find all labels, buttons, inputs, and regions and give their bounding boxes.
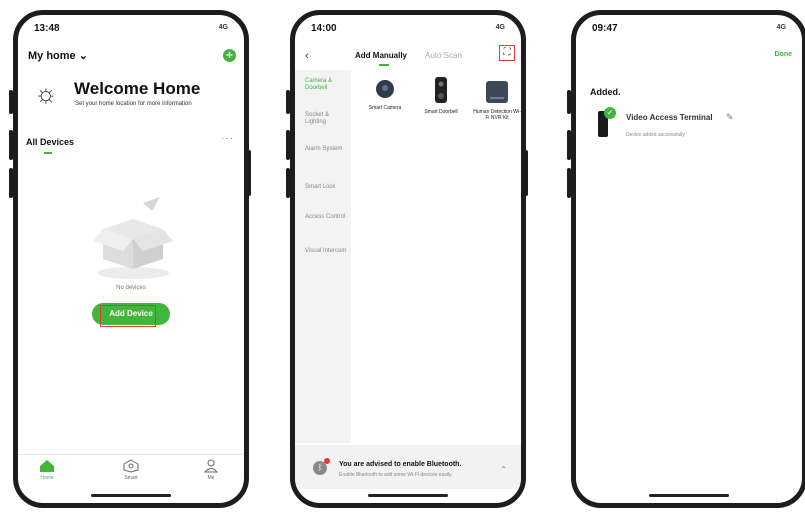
back-icon[interactable]: ‹: [305, 50, 309, 62]
device-status: Device added successfully: [626, 132, 685, 138]
status-time: 09:47: [592, 23, 618, 34]
tab-add-manually[interactable]: Add Manually: [355, 51, 407, 60]
bluetooth-subtitle: Enable Bluetooth to add some Wi-Fi devic…: [339, 472, 453, 478]
device-name: Video Access Terminal: [626, 113, 713, 122]
phone-add-device-screen: 14:00 4G ‹ Add Manually Auto Scan ⛶ Came…: [290, 10, 526, 508]
doorbell-icon: [435, 77, 447, 103]
product-name: Smart Camera: [368, 105, 402, 111]
status-bar: 14:00 4G: [311, 23, 505, 37]
more-icon[interactable]: ···: [221, 133, 234, 144]
chevron-up-icon[interactable]: ⌃: [500, 465, 507, 474]
status-signal: 4G: [495, 24, 505, 31]
home-selector[interactable]: My home ⌄: [28, 49, 88, 62]
tab-me-label: Me: [207, 475, 215, 481]
status-signal: 4G: [776, 24, 786, 31]
welcome-title: Welcome Home: [74, 79, 201, 98]
status-bar: 13:48 4G: [34, 23, 228, 37]
highlight-outline: [100, 305, 156, 327]
tab-smart-label: Smart: [124, 475, 138, 481]
status-time: 14:00: [311, 23, 337, 34]
check-icon: ✓: [604, 107, 616, 119]
status-time: 13:48: [34, 23, 60, 34]
bluetooth-title: You are advised to enable Bluetooth.: [339, 461, 462, 468]
empty-box-illustration: [93, 197, 173, 279]
tab-home[interactable]: Home: [22, 459, 72, 481]
category-alarm-system[interactable]: Alarm System: [305, 146, 349, 153]
home-indicator: [649, 494, 729, 497]
category-camera-doorbell[interactable]: Camera & Doorbell: [305, 78, 349, 92]
camera-icon: [376, 80, 394, 98]
bottom-tab-bar: Home Smart Me: [18, 454, 244, 489]
category-access-control[interactable]: Access Control: [305, 214, 349, 221]
home-icon: [40, 460, 54, 472]
tab-indicator: [44, 152, 52, 154]
scan-icon[interactable]: ⛶: [499, 45, 515, 61]
tab-auto-scan[interactable]: Auto Scan: [425, 51, 462, 60]
tab-smart[interactable]: Smart: [106, 459, 156, 481]
category-socket-lighting[interactable]: Socket & Lighting: [305, 112, 349, 126]
all-devices-tab[interactable]: All Devices: [26, 137, 74, 147]
tab-me[interactable]: Me: [186, 459, 236, 481]
home-name: My home: [28, 50, 76, 62]
product-name: Human Detection Wi-Fi NVR Kit: [473, 109, 521, 121]
notification-dot: [324, 458, 330, 464]
set-location-hint[interactable]: Set your home location for more informat…: [75, 101, 192, 107]
done-button[interactable]: Done: [775, 51, 793, 58]
category-list: Camera & Doorbell Socket & Lighting Alar…: [295, 70, 351, 443]
status-bar: 09:47 4G: [592, 23, 786, 37]
phone-device-added-screen: 09:47 4G Done Added. ✓ Video Access Term…: [571, 10, 805, 508]
bluetooth-banner[interactable]: ᛒ You are advised to enable Bluetooth. E…: [295, 445, 521, 489]
product-smart-camera[interactable]: Smart Camera: [361, 79, 409, 111]
tab-indicator: [379, 64, 389, 66]
smart-icon: [123, 459, 139, 473]
chevron-down-icon: ⌄: [78, 50, 88, 62]
status-signal: 4G: [218, 24, 228, 31]
home-indicator: [91, 494, 171, 497]
product-name: Smart Doorbell: [424, 109, 458, 115]
edit-icon[interactable]: ✎: [726, 112, 734, 123]
no-devices-text: No devices: [116, 285, 146, 291]
phone-home-screen: 13:48 4G My home ⌄ + ☼ Welcome Home Set …: [13, 10, 249, 508]
user-icon: [203, 459, 219, 473]
tab-home-label: Home: [40, 475, 54, 481]
product-smart-doorbell[interactable]: Smart Doorbell: [417, 77, 465, 115]
added-heading: Added.: [590, 87, 621, 97]
product-nvr-kit[interactable]: Human Detection Wi-Fi NVR Kit: [473, 81, 521, 121]
sun-icon: ☼: [34, 78, 58, 108]
category-smart-lock[interactable]: Smart Lock: [305, 184, 349, 191]
home-indicator: [368, 494, 448, 497]
nvr-icon: [486, 81, 508, 103]
category-visual-intercom[interactable]: Visual Intercom: [305, 248, 349, 255]
add-icon[interactable]: +: [223, 49, 236, 62]
